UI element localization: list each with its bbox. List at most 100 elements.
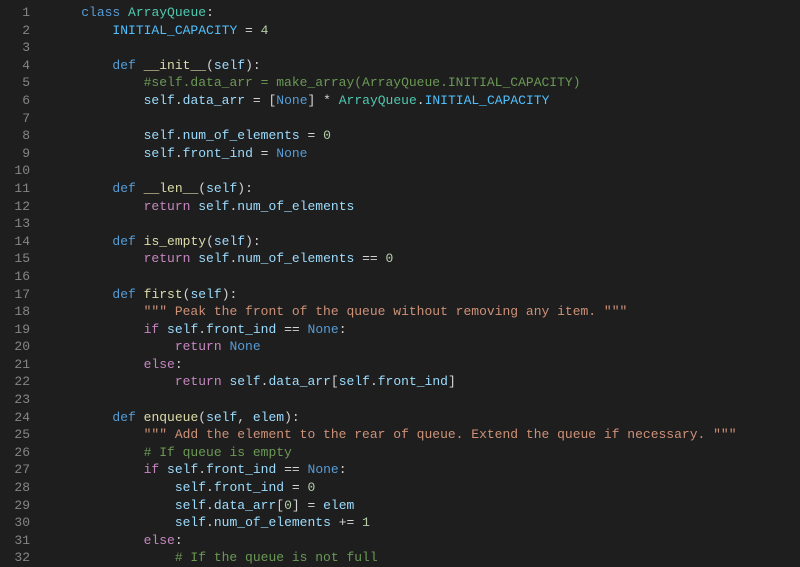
- code-line[interactable]: self.front_ind = None: [50, 145, 800, 163]
- code-line[interactable]: self.front_ind = 0: [50, 479, 800, 497]
- token-num: 0: [284, 498, 292, 513]
- token-punct: (: [206, 234, 214, 249]
- token-punct: [50, 427, 144, 442]
- token-funcname: is_empty: [144, 234, 206, 249]
- token-comment: # If the queue is not full: [175, 550, 378, 565]
- token-punct: [50, 58, 112, 73]
- token-op: =: [300, 128, 323, 143]
- token-punct: [159, 462, 167, 477]
- code-line[interactable]: else:: [50, 356, 800, 374]
- token-op: =: [253, 146, 276, 161]
- token-kw-return: return: [144, 251, 191, 266]
- line-number: 11: [10, 180, 30, 198]
- token-kw-def: def: [112, 181, 135, 196]
- token-kw-class: class: [81, 5, 120, 20]
- code-line[interactable]: [50, 162, 800, 180]
- code-line[interactable]: self.data_arr = [None] * ArrayQueue.INIT…: [50, 92, 800, 110]
- token-op: ==: [276, 322, 307, 337]
- line-number: 14: [10, 233, 30, 251]
- line-number: 28: [10, 479, 30, 497]
- code-line[interactable]: self.num_of_elements += 1: [50, 514, 800, 532]
- code-line[interactable]: return self.num_of_elements == 0: [50, 250, 800, 268]
- token-punct: [50, 23, 112, 38]
- code-line[interactable]: [50, 39, 800, 57]
- line-number: 15: [10, 250, 30, 268]
- code-line[interactable]: self.num_of_elements = 0: [50, 127, 800, 145]
- line-number: 4: [10, 57, 30, 75]
- token-kw-self: self: [175, 498, 206, 513]
- code-line[interactable]: return self.num_of_elements: [50, 198, 800, 216]
- token-punct: .: [206, 515, 214, 530]
- token-kw-self: self: [175, 515, 206, 530]
- token-punct: [50, 357, 144, 372]
- code-line[interactable]: self.data_arr[0] = elem: [50, 497, 800, 515]
- token-funcname: enqueue: [144, 410, 199, 425]
- line-number: 12: [10, 198, 30, 216]
- token-punct: :: [339, 322, 347, 337]
- token-punct: .: [198, 322, 206, 337]
- token-punct: .: [198, 462, 206, 477]
- token-punct: :: [175, 533, 183, 548]
- code-line[interactable]: def __init__(self):: [50, 57, 800, 75]
- token-punct: [136, 58, 144, 73]
- token-num: 0: [307, 480, 315, 495]
- token-punct: .: [175, 93, 183, 108]
- token-punct: [50, 498, 175, 513]
- code-line[interactable]: if self.front_ind == None:: [50, 461, 800, 479]
- code-line[interactable]: # If queue is empty: [50, 444, 800, 462]
- token-kw-self: self: [229, 374, 260, 389]
- token-param: self: [214, 234, 245, 249]
- code-line[interactable]: [50, 391, 800, 409]
- token-punct: [50, 445, 144, 460]
- code-line[interactable]: # If the queue is not full: [50, 549, 800, 567]
- line-number: 18: [10, 303, 30, 321]
- code-line[interactable]: """ Peak the front of the queue without …: [50, 303, 800, 321]
- line-number: 17: [10, 286, 30, 304]
- code-line[interactable]: return self.data_arr[self.front_ind]: [50, 373, 800, 391]
- token-ident: elem: [323, 498, 354, 513]
- code-line[interactable]: if self.front_ind == None:: [50, 321, 800, 339]
- token-punct: :: [175, 357, 183, 372]
- code-line[interactable]: [50, 268, 800, 286]
- token-string: """ Peak the front of the queue without …: [144, 304, 628, 319]
- code-line[interactable]: [50, 215, 800, 233]
- code-editor[interactable]: 1234567891011121314151617181920212223242…: [0, 0, 800, 565]
- token-punct: [50, 533, 144, 548]
- token-punct: [50, 128, 144, 143]
- code-line[interactable]: return None: [50, 338, 800, 356]
- token-punct: [50, 199, 144, 214]
- token-punct: [: [331, 374, 339, 389]
- token-ident: front_ind: [206, 462, 276, 477]
- line-number: 32: [10, 549, 30, 567]
- code-line[interactable]: def first(self):: [50, 286, 800, 304]
- code-line[interactable]: else:: [50, 532, 800, 550]
- line-number: 26: [10, 444, 30, 462]
- line-number: 8: [10, 127, 30, 145]
- token-ident: data_arr: [214, 498, 276, 513]
- token-ident: front_ind: [214, 480, 284, 495]
- code-line[interactable]: INITIAL_CAPACITY = 4: [50, 22, 800, 40]
- token-punct: ]: [448, 374, 456, 389]
- token-ident: front_ind: [183, 146, 253, 161]
- code-line[interactable]: def __len__(self):: [50, 180, 800, 198]
- line-number: 5: [10, 74, 30, 92]
- line-number: 25: [10, 426, 30, 444]
- token-punct: [50, 5, 81, 20]
- token-kw-self: self: [198, 199, 229, 214]
- line-number-gutter: 1234567891011121314151617181920212223242…: [0, 0, 42, 565]
- token-punct: [: [276, 498, 284, 513]
- code-line[interactable]: """ Add the element to the rear of queue…: [50, 426, 800, 444]
- code-line[interactable]: def enqueue(self, elem):: [50, 409, 800, 427]
- token-op: ==: [276, 462, 307, 477]
- token-punct: :: [206, 5, 214, 20]
- code-line[interactable]: def is_empty(self):: [50, 233, 800, 251]
- code-line[interactable]: [50, 110, 800, 128]
- token-punct: [159, 322, 167, 337]
- code-area[interactable]: class ArrayQueue: INITIAL_CAPACITY = 4 d…: [42, 0, 800, 565]
- token-comment: #self.data_arr = make_array(ArrayQueue.I…: [144, 75, 581, 90]
- line-number: 30: [10, 514, 30, 532]
- token-punct: .: [417, 93, 425, 108]
- code-line[interactable]: class ArrayQueue:: [50, 4, 800, 22]
- code-line[interactable]: #self.data_arr = make_array(ArrayQueue.I…: [50, 74, 800, 92]
- line-number: 7: [10, 110, 30, 128]
